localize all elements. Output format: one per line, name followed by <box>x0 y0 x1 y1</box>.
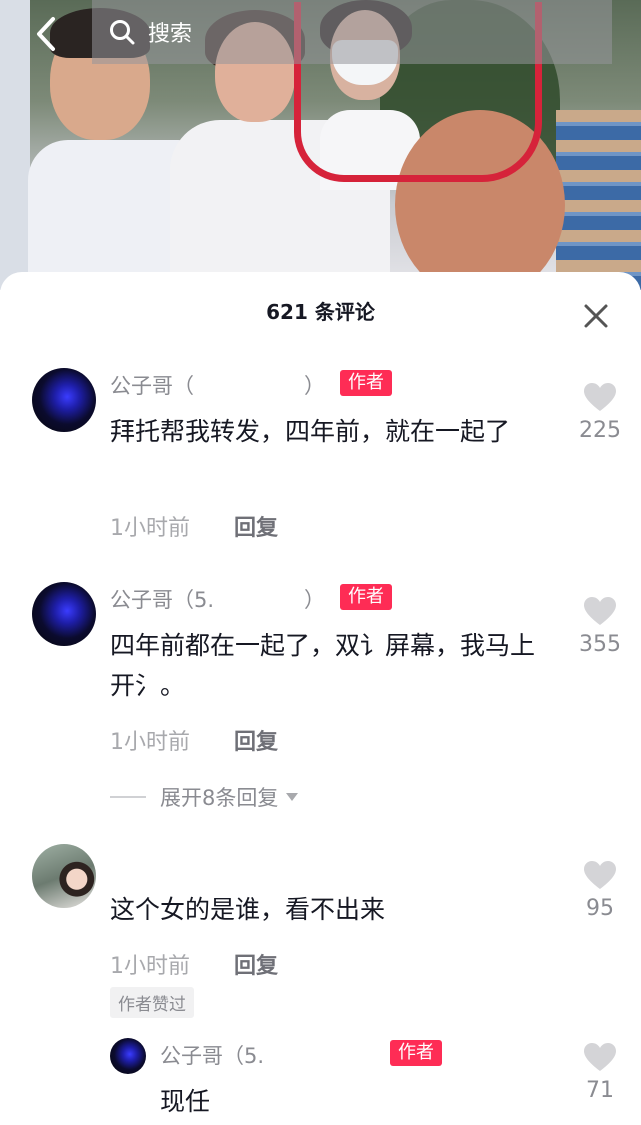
comment-author-tail: ） <box>304 588 325 612</box>
avatar[interactable] <box>32 582 96 646</box>
like-button[interactable]: 71 <box>570 1042 630 1103</box>
close-icon <box>584 304 608 328</box>
like-count: 355 <box>579 632 621 657</box>
video-player[interactable]: 搜索 <box>0 0 641 290</box>
heart-icon <box>584 383 616 411</box>
search-icon <box>110 20 135 45</box>
like-count: 71 <box>586 1078 614 1103</box>
search-input[interactable]: 搜索 <box>92 0 612 64</box>
avatar[interactable] <box>110 1038 146 1074</box>
reply-button[interactable]: 回复 <box>234 510 278 542</box>
comment-text[interactable]: 四年前都在一起了，双讠屏幕，我马上开氵。 <box>110 626 540 706</box>
reply-button[interactable]: 回复 <box>234 724 278 756</box>
comment-author-tail: ） <box>304 374 325 398</box>
close-button[interactable] <box>580 300 612 332</box>
search-placeholder: 搜索 <box>148 22 193 47</box>
video-building <box>556 110 641 290</box>
chevron-left-icon <box>37 17 55 51</box>
comment-author[interactable]: 公子哥（5. <box>110 584 214 614</box>
avatar[interactable] <box>32 368 96 432</box>
comment-author[interactable]: 公子哥（ <box>110 370 194 400</box>
reply-button[interactable]: 回复 <box>234 948 278 980</box>
author-badge: 作者 <box>390 1040 442 1066</box>
author-badge: 作者 <box>340 584 392 610</box>
like-button[interactable]: 95 <box>570 860 630 921</box>
comment-count-title: 621 条评论 <box>266 300 375 324</box>
reply-text[interactable]: 现任 <box>160 1082 590 1122</box>
like-button[interactable]: 355 <box>570 596 630 657</box>
avatar[interactable] <box>32 844 96 908</box>
comment-text[interactable]: 这个女的是谁，看不出来 <box>110 890 540 930</box>
video-background <box>0 0 30 290</box>
back-button[interactable] <box>28 14 64 54</box>
comment-sheet: 621 条评论 公子哥（ ） 作者 拜托帮我转发，四年前，就在一起了 1小时前 … <box>0 272 641 1125</box>
author-badge: 作者 <box>340 370 392 396</box>
divider <box>110 796 146 798</box>
expand-replies-label: 展开8条回复 <box>160 786 279 810</box>
reply-author[interactable]: 公子哥（5. <box>160 1040 264 1070</box>
expand-replies-button[interactable]: 展开8条回复 <box>110 782 300 812</box>
comment-time: 1小时前 <box>110 730 190 755</box>
heart-icon <box>584 861 616 889</box>
heart-icon <box>584 1043 616 1071</box>
comment-text[interactable]: 拜托帮我转发，四年前，就在一起了 <box>110 412 540 452</box>
author-liked-badge: 作者赞过 <box>110 987 194 1018</box>
comment-time: 1小时前 <box>110 516 190 541</box>
comment-time: 1小时前 <box>110 954 190 979</box>
like-button[interactable]: 225 <box>570 382 630 443</box>
like-count: 95 <box>586 896 614 921</box>
like-count: 225 <box>579 418 621 443</box>
caret-down-icon <box>286 793 299 801</box>
heart-icon <box>584 597 616 625</box>
